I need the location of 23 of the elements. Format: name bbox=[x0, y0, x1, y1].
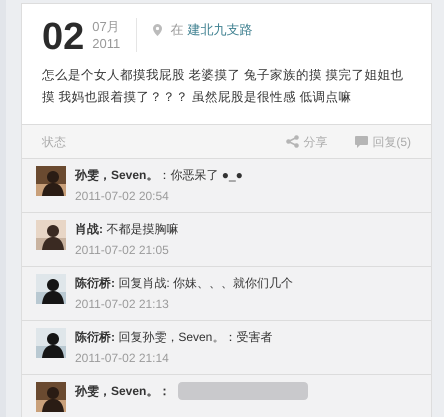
post-text: 怎么是个女人都摸我屁股 老婆摸了 兔子家族的摸 摸完了姐姐也摸 我妈也跟着摸了？？？ 虽然屁股是很性感 低调点嘛 bbox=[42, 67, 404, 106]
comment-text: 回复孙雯，Seven。：受害者 bbox=[117, 329, 272, 346]
comment-time: 2011-07-02 20:54 bbox=[75, 188, 170, 205]
comment-author[interactable]: 孙雯，Seven。 bbox=[75, 166, 158, 184]
comment-author[interactable]: 陈衍桥: bbox=[75, 328, 115, 346]
comment-author[interactable]: 孙雯，Seven。： bbox=[75, 382, 170, 400]
post-type-label: 状态 bbox=[42, 134, 66, 150]
comment-author[interactable]: 陈衍桥: bbox=[75, 274, 115, 292]
speech-bubble-icon bbox=[355, 136, 368, 148]
comment-author[interactable]: 肖战: bbox=[75, 220, 103, 238]
comment-time: 2011-07-02 21:13 bbox=[75, 296, 170, 313]
comment-text: ：你恶呆了 ●_● bbox=[158, 167, 243, 184]
location-prefix: 在 bbox=[170, 21, 184, 39]
date-month: 07月 bbox=[92, 18, 120, 35]
date-year: 2011 bbox=[92, 35, 120, 52]
comment-time: 2011-07-02 21:14 bbox=[75, 350, 170, 367]
location-pin-icon bbox=[153, 24, 162, 36]
location-link[interactable]: 建北九支路 bbox=[187, 20, 252, 40]
comment-time: 2011-07-02 21:05 bbox=[75, 242, 170, 259]
date-day: 02 bbox=[42, 18, 84, 56]
comment-text: 不都是摸胸嘛 bbox=[105, 221, 178, 238]
share-icon bbox=[286, 135, 300, 148]
comment-text: 回复肖战: 你妹、、、就你们几个 bbox=[117, 275, 294, 292]
